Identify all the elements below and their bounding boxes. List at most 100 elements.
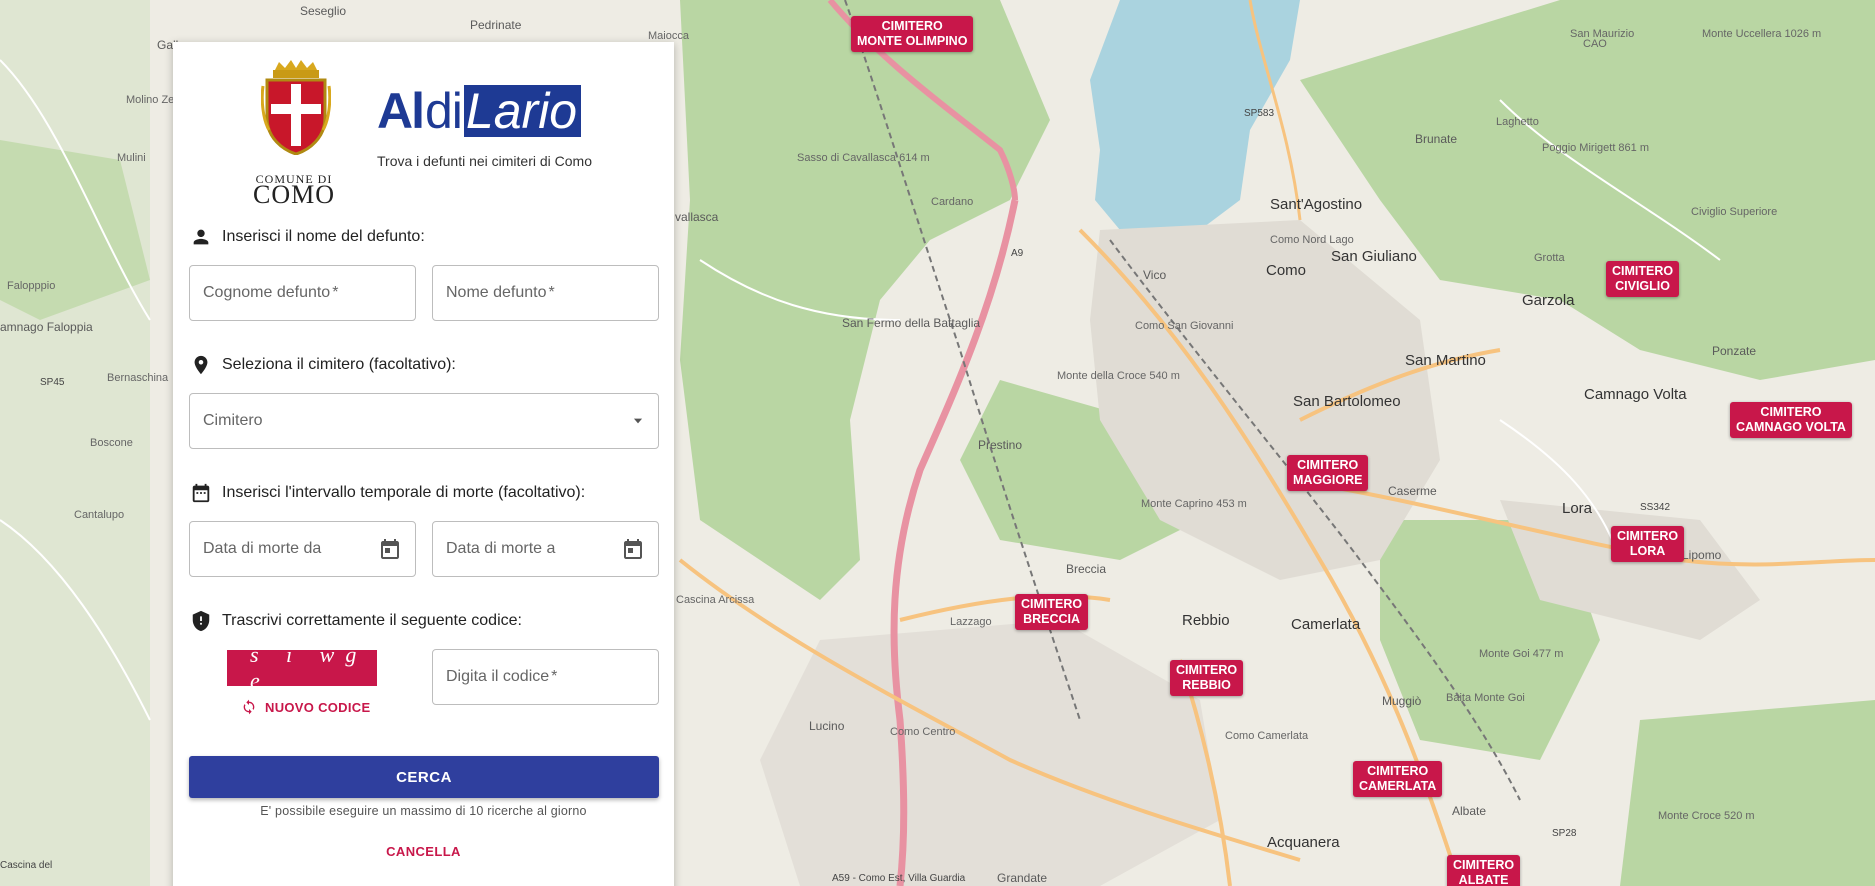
search-button[interactable]: CERCA [189, 756, 659, 798]
map-place-label: Muggiò [1382, 694, 1422, 708]
new-code-button[interactable]: NUOVO CODICE [241, 699, 370, 715]
captcha-code-field[interactable]: Digita il codice * [432, 649, 659, 705]
map-place-label: Como Nord Lago [1270, 234, 1354, 246]
map-place-label: amnago Faloppia [0, 320, 93, 334]
search-limit-note: E' possibile eseguire un massimo di 10 r… [260, 804, 587, 818]
cemetery-marker-breccia[interactable]: CIMITERO BRECCIA [1015, 594, 1089, 630]
cancel-button[interactable]: CANCELLA [173, 844, 674, 859]
map-place-label: Vico [1143, 268, 1167, 282]
cemetery-select[interactable]: Cimitero [189, 393, 659, 449]
cemetery-marker-line1: CIMITERO [1617, 529, 1679, 543]
map-place-label: Garzola [1522, 292, 1575, 309]
map-place-label: Caserme [1388, 484, 1437, 498]
cemetery-marker-line1: CIMITERO [881, 19, 943, 33]
map-place-label: Monte Goi 477 m [1479, 648, 1564, 660]
map-place-label: San Giuliano [1331, 248, 1417, 265]
tagline: Trova i defunti nei cimiteri di Como [377, 153, 593, 169]
map-place-label: Lipomo [1682, 548, 1722, 562]
map-place-label: Seseglio [300, 4, 347, 18]
section-title-text: Inserisci l'intervallo temporale di mort… [222, 484, 586, 501]
cemetery-marker-name: ALBATE [1458, 873, 1509, 886]
cemetery-marker-albate[interactable]: CIMITERO ALBATE [1447, 855, 1521, 886]
cemetery-marker-line1: CIMITERO [1612, 264, 1674, 278]
map-place-label: Prestino [978, 438, 1023, 452]
map-place-label: Camerlata [1291, 616, 1361, 633]
cemetery-marker-camnago-volta[interactable]: CIMITERO CAMNAGO VOLTA [1730, 402, 1852, 438]
date-from-placeholder: Data di morte da [203, 540, 322, 557]
map-place-label: Monte Caprino 453 m [1141, 498, 1247, 510]
aldilario-logo: Al di Lario [377, 83, 582, 139]
surname-placeholder: Cognome defunto [203, 284, 331, 301]
map-place-label: Baita Monte Goi [1446, 692, 1525, 704]
map-place-label: Albate [1452, 804, 1487, 818]
cemetery-select-placeholder: Cimitero [203, 412, 263, 429]
map-place-label: Rebbio [1182, 612, 1230, 629]
map-place-label: Boscone [90, 437, 133, 449]
firstname-placeholder: Nome defunto [446, 284, 547, 301]
map-place-label: Como [1266, 262, 1307, 279]
location-pin-icon [194, 355, 208, 375]
cemetery-marker-line1: CIMITERO [1453, 858, 1515, 872]
person-icon [193, 229, 209, 245]
map-place-label: Cantalupo [74, 509, 125, 521]
map-place-label: Como Camerlata [1225, 730, 1309, 742]
comune-di-como-logo: COMUNE DI COMO [251, 60, 337, 209]
new-code-label: NUOVO CODICE [265, 699, 371, 715]
date-to-placeholder: Data di morte a [446, 540, 556, 557]
search-panel: COMUNE DI COMO Al di Lario Trova i defunti… [173, 42, 674, 886]
cemetery-marker-name: MAGGIORE [1293, 473, 1363, 487]
required-mark: * [548, 284, 555, 301]
map-place-label: SP28 [1552, 828, 1577, 839]
logo-part-lario: Lario [463, 85, 582, 137]
map-place-label: Como Centro [890, 726, 956, 738]
map-place-label: Lucino [809, 719, 845, 733]
calendar-icon[interactable] [378, 537, 402, 561]
map-place-label: San Bartolomeo [1293, 393, 1401, 410]
comune-name: COMO [252, 180, 335, 209]
calendar-icon[interactable] [621, 537, 645, 561]
cemetery-marker-name: CAMNAGO VOLTA [1736, 420, 1846, 434]
map-place-label: CAO [1583, 38, 1607, 50]
cemetery-marker-maggiore[interactable]: CIMITERO MAGGIORE [1287, 455, 1369, 491]
cemetery-marker-line1: CIMITERO [1367, 764, 1429, 778]
map-place-label: SP583 [1244, 108, 1275, 119]
map-place-label: SS342 [1640, 502, 1671, 513]
map-place-label: Monte Croce 520 m [1658, 810, 1755, 822]
captcha-code-placeholder: Digita il codice [446, 668, 550, 685]
date-to-field[interactable]: Data di morte a [432, 521, 659, 577]
map-place-label: Bernaschina [107, 372, 169, 384]
cemetery-marker-name: LORA [1629, 544, 1666, 558]
map-place-label: Pedrinate [470, 18, 522, 32]
cemetery-marker-camerlata[interactable]: CIMITERO CAMERLATA [1353, 761, 1443, 797]
cemetery-marker-civiglio[interactable]: CIMITERO CIVIGLIO [1606, 261, 1680, 297]
map-place-label: Camnago Volta [1584, 386, 1687, 403]
map-place-label: A9 [1011, 248, 1024, 259]
firstname-field[interactable]: Nome defunto * [432, 265, 659, 321]
map-place-label: Brunate [1415, 132, 1458, 146]
map-place-label: Falopppio [7, 280, 56, 292]
logo-part-di: di [425, 83, 463, 139]
cemetery-marker-rebbio[interactable]: CIMITERO REBBIO [1170, 660, 1244, 696]
map-place-label: Cardano [931, 196, 974, 208]
map-place-label: Maiocca [648, 30, 689, 42]
date-from-field[interactable]: Data di morte da [189, 521, 416, 577]
map-place-label: San Martino [1405, 352, 1486, 369]
cemetery-marker-lora[interactable]: CIMITERO LORA [1611, 526, 1685, 562]
required-mark: * [332, 284, 339, 301]
map-place-label: Laghetto [1496, 116, 1539, 128]
cemetery-marker-monte-olimpino[interactable]: CIMITERO MONTE OLIMPINO [851, 16, 974, 52]
map-place-label: Poggio Mirigett 861 m [1542, 142, 1649, 154]
cemetery-marker-line1: CIMITERO [1021, 597, 1083, 611]
map-place-label: Mulini [117, 152, 146, 164]
date-section-title: Inserisci l'intervallo temporale di mort… [190, 482, 585, 504]
required-mark: * [551, 668, 558, 685]
section-title-text: Inserisci il nome del defunto: [222, 228, 425, 245]
cemetery-marker-name: MONTE OLIMPINO [857, 34, 968, 48]
name-section-title: Inserisci il nome del defunto: [190, 226, 425, 248]
map-place-label: San Fermo della Battaglia [842, 316, 981, 330]
map-place-label: Sant'Agostino [1270, 196, 1363, 213]
map-place-label: Lazzago [950, 616, 992, 628]
map-place-label: Monte della Croce 540 m [1057, 370, 1180, 382]
surname-field[interactable]: Cognome defunto * [189, 265, 416, 321]
shield-alert-icon [192, 610, 210, 632]
